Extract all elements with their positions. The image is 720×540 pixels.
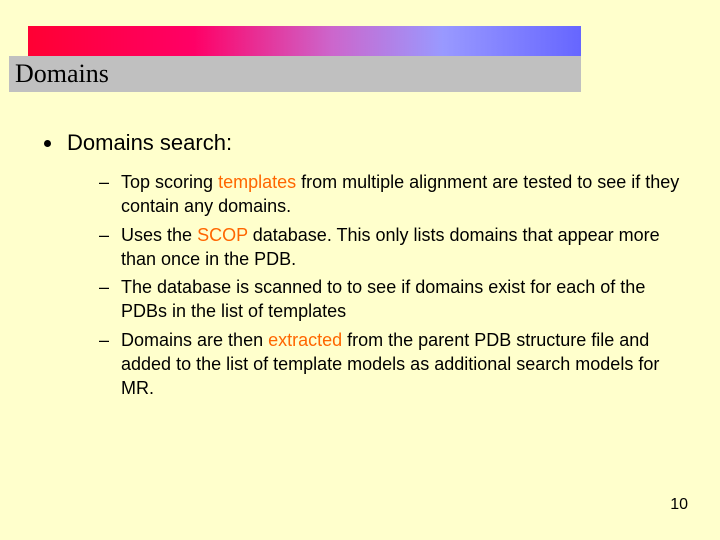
dash-icon: –	[99, 275, 109, 299]
list-item: – Uses the SCOP database. This only list…	[99, 223, 684, 272]
sub-item-text: Uses the SCOP database. This only lists …	[121, 223, 684, 272]
header-gradient-bar	[28, 26, 581, 56]
dash-icon: –	[99, 170, 109, 194]
title-bar: Domains	[9, 56, 581, 92]
slide-title: Domains	[15, 59, 109, 89]
list-item: – The database is scanned to to see if d…	[99, 275, 684, 324]
sub-item-text: Top scoring templates from multiple alig…	[121, 170, 684, 219]
dash-icon: –	[99, 328, 109, 352]
content-area: Domains search: – Top scoring templates …	[44, 130, 684, 405]
main-bullet-row: Domains search:	[44, 130, 684, 156]
sub-item-text: Domains are then extracted from the pare…	[121, 328, 684, 401]
list-item: – Top scoring templates from multiple al…	[99, 170, 684, 219]
dash-icon: –	[99, 223, 109, 247]
main-bullet-text: Domains search:	[67, 130, 232, 156]
bullet-icon	[44, 140, 51, 147]
sub-item-text: The database is scanned to to see if dom…	[121, 275, 684, 324]
list-item: – Domains are then extracted from the pa…	[99, 328, 684, 401]
sub-bullet-list: – Top scoring templates from multiple al…	[99, 170, 684, 401]
page-number: 10	[670, 496, 688, 514]
